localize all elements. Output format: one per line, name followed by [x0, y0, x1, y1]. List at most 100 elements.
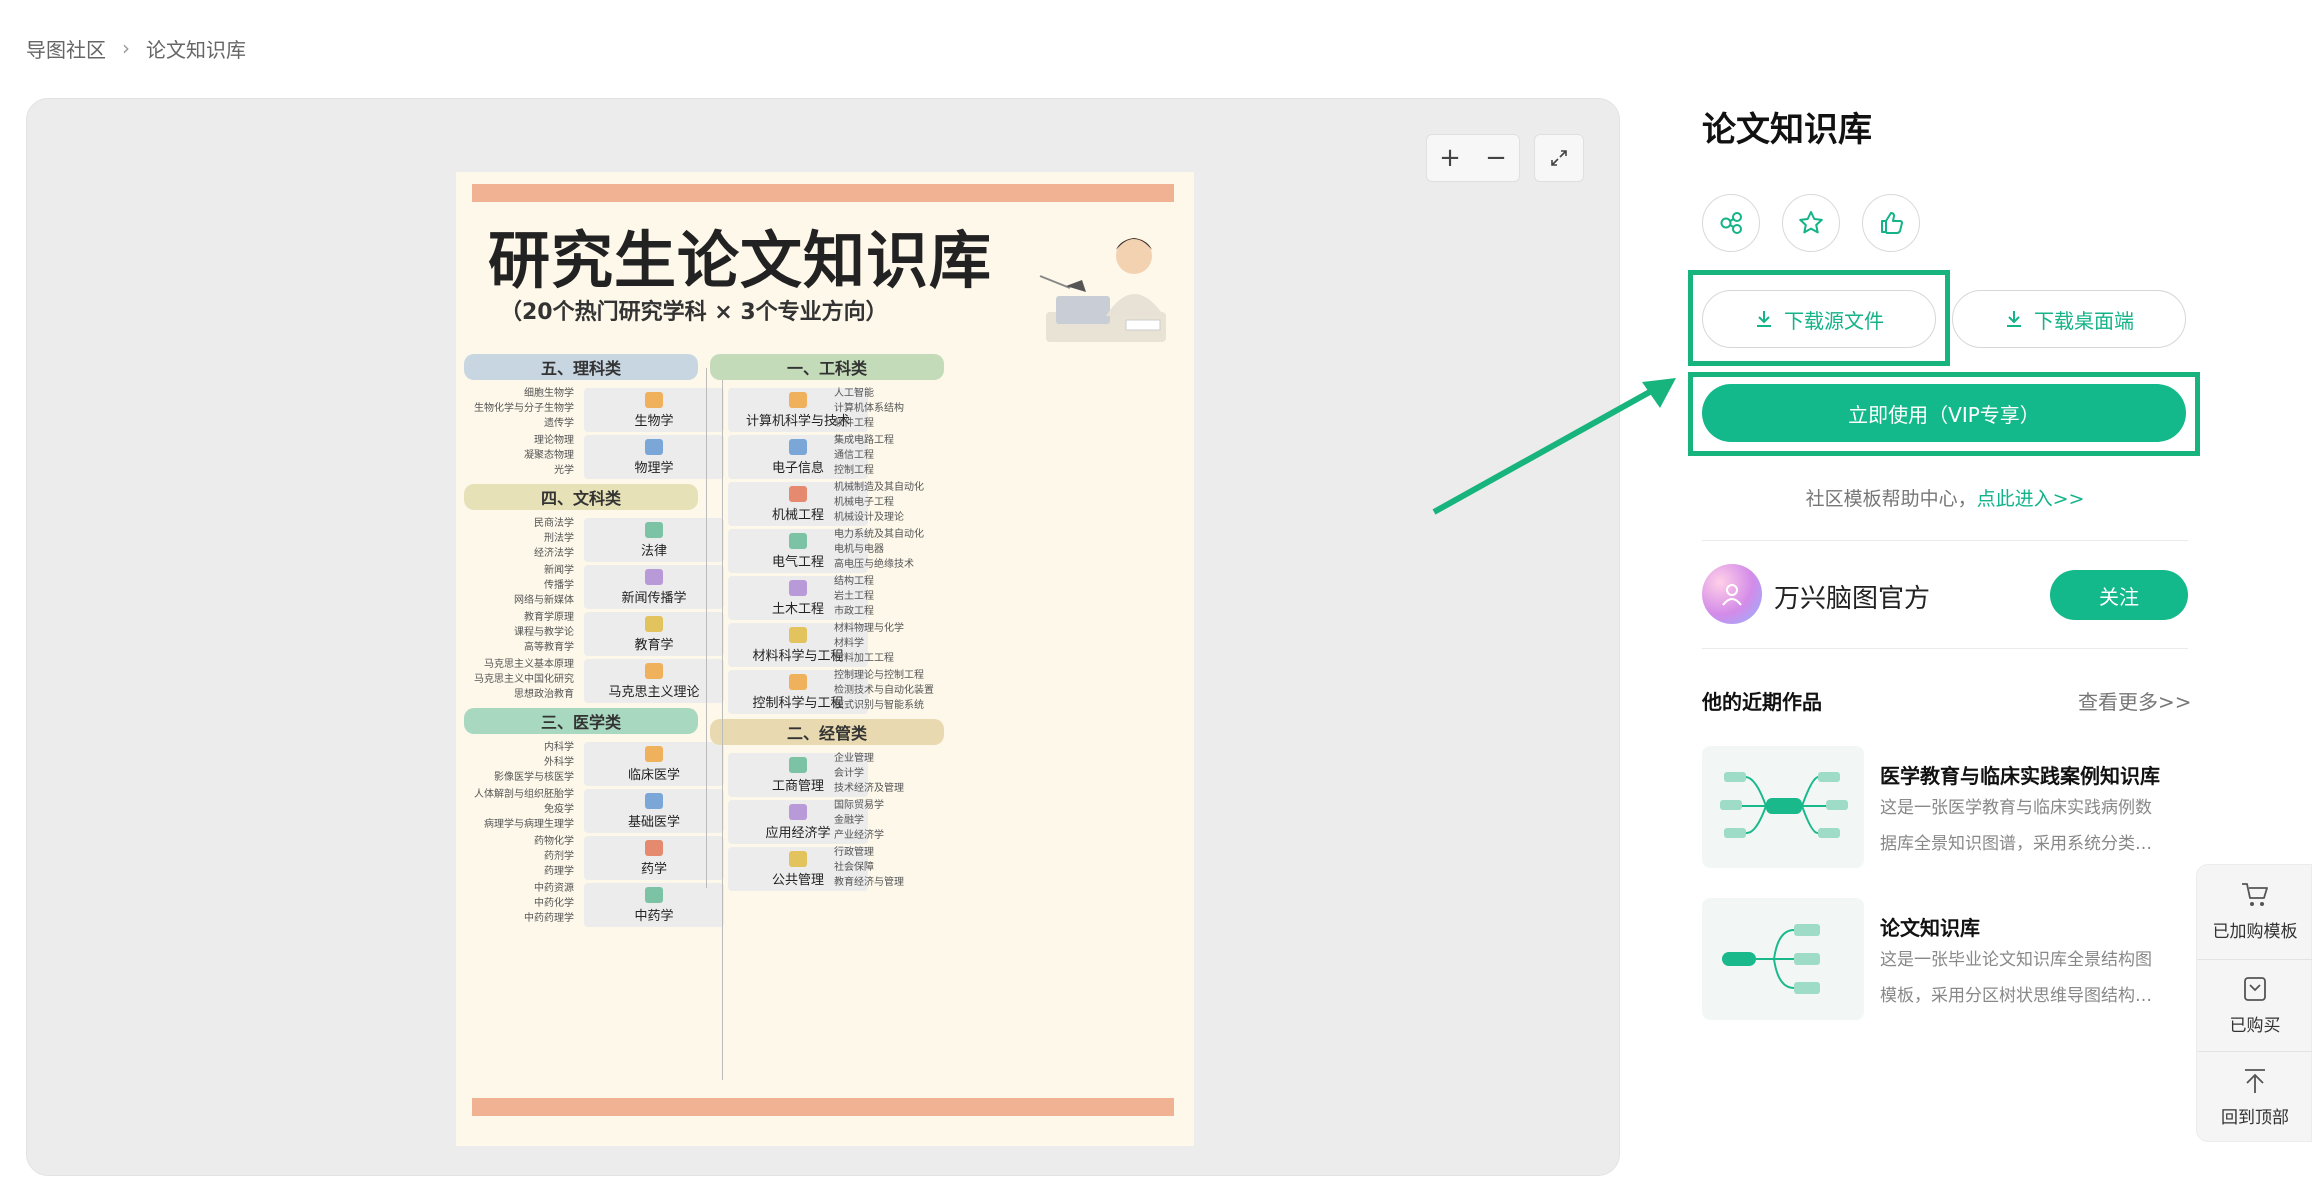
- subject-icon: [789, 579, 807, 596]
- template-title: 论文知识库: [1702, 110, 1872, 150]
- subject-label: 电子信息: [771, 460, 824, 476]
- topic-leaf: 传播学: [544, 580, 574, 591]
- subject-label: 土木工程: [771, 601, 824, 617]
- topic-leaf: 电力系统及其自动化: [834, 529, 924, 540]
- connector-line: [722, 380, 723, 1080]
- topic-leaf: 产业经济学: [834, 830, 884, 841]
- subject-label: 临床医学: [627, 767, 680, 783]
- category-bar: 三、医学类: [464, 708, 698, 734]
- purchased-button[interactable]: 已购买: [2197, 959, 2312, 1051]
- topic-leaf: 人体解剖与组织胚胎学: [474, 789, 574, 800]
- topic-leaf: 企业管理: [834, 753, 874, 764]
- topic-leaf: 市政工程: [834, 606, 874, 617]
- recent-works-title: 他的近期作品: [1702, 690, 1822, 714]
- breadcrumb-current: 论文知识库: [146, 37, 246, 62]
- topic-leaf: 国际贸易学: [834, 800, 884, 811]
- topic-leaf: 教育经济与管理: [834, 877, 904, 888]
- topic-leaf: 机械制造及其自动化: [834, 482, 924, 493]
- share-button[interactable]: [1702, 194, 1760, 252]
- category-bar: 四、文科类: [464, 484, 698, 510]
- topic-leaf: 结构工程: [834, 576, 874, 587]
- download-desktop-label: 下载桌面端: [2034, 308, 2134, 333]
- annotation-arrow: [1432, 378, 1676, 515]
- avatar[interactable]: [1702, 564, 1762, 624]
- subject-icon: [789, 673, 807, 690]
- work-description: 这是一张毕业论文知识库全景结构图 模板，采用分区树状思维导图结构…: [1880, 942, 2190, 1014]
- subject-node: 物理学: [584, 435, 724, 479]
- purchased-bag-icon: [2244, 977, 2266, 1001]
- topic-leaf: 凝聚态物理: [524, 450, 574, 461]
- help-link[interactable]: 点此进入>>: [1977, 488, 2085, 510]
- subject-label: 药学: [640, 861, 667, 877]
- subject-icon: [645, 391, 663, 408]
- follow-button[interactable]: 关注: [2050, 570, 2188, 620]
- subject-label: 生物学: [634, 413, 674, 429]
- topic-leaf: 课程与教学论: [514, 627, 574, 638]
- subject-label: 物理学: [634, 460, 674, 476]
- work-desc-line: 这是一张医学教育与临床实践病例数: [1880, 798, 2152, 818]
- zoom-controls: + −: [1426, 134, 1520, 182]
- subject-icon: [789, 391, 807, 408]
- star-icon: [1799, 211, 1823, 234]
- thumbs-up-icon: [1881, 212, 1903, 234]
- topic-leaf: 模式识别与智能系统: [834, 700, 924, 711]
- mindmap-thumbnail-icon: [1722, 924, 1820, 994]
- zoom-in-button[interactable]: +: [1427, 135, 1473, 181]
- subject-label: 基础医学: [627, 814, 680, 830]
- topic-leaf: 药剂学: [544, 851, 574, 862]
- favorite-button[interactable]: [1782, 194, 1840, 252]
- download-icon: [2007, 311, 2021, 327]
- topic-leaf: 行政管理: [834, 847, 874, 858]
- work-thumbnail[interactable]: [1702, 746, 1864, 868]
- view-more-link[interactable]: 查看更多>>: [2078, 686, 2192, 715]
- zoom-out-button[interactable]: −: [1473, 135, 1519, 181]
- category-bar: 二、经管类: [710, 719, 944, 745]
- subject-node: 法律: [584, 518, 724, 562]
- subject-label: 材料科学与工程: [752, 648, 844, 664]
- topic-leaf: 控制理论与控制工程: [834, 670, 924, 681]
- topic-leaf: 中药资源: [534, 883, 574, 894]
- topic-leaf: 光学: [554, 465, 574, 476]
- topic-leaf: 人工智能: [834, 388, 874, 399]
- breadcrumb-root[interactable]: 导图社区: [26, 34, 106, 63]
- like-button[interactable]: [1862, 194, 1920, 252]
- topic-leaf: 刑法学: [544, 533, 574, 544]
- poster-bottom-band: [472, 1098, 1174, 1116]
- cart-icon: [2242, 882, 2268, 906]
- topic-leaf: 电机与电器: [834, 544, 884, 555]
- download-desktop-button[interactable]: 下载桌面端: [1952, 290, 2186, 348]
- back-to-top-button[interactable]: 回到顶部: [2197, 1051, 2312, 1143]
- subject-label: 机械工程: [771, 507, 824, 523]
- topic-leaf: 药物化学: [534, 836, 574, 847]
- topic-leaf: 集成电路工程: [834, 435, 894, 446]
- connector-line: [706, 368, 707, 888]
- topic-leaf: 中药化学: [534, 898, 574, 909]
- topic-leaf: 控制工程: [834, 465, 874, 476]
- subject-icon: [789, 626, 807, 643]
- category-bar: 五、理科类: [464, 354, 698, 380]
- cart-templates-button[interactable]: 已加购模板: [2197, 865, 2312, 957]
- subject-label: 中药学: [634, 908, 674, 924]
- subject-label: 马克思主义理论: [608, 684, 700, 700]
- highlight-box-use-now: [1688, 372, 2200, 456]
- student-illustration: [1039, 238, 1166, 342]
- topic-leaf: 理论物理: [534, 435, 574, 446]
- work-title[interactable]: 论文知识库: [1880, 912, 1980, 941]
- category-bar: 一、工科类: [710, 354, 944, 380]
- author-name[interactable]: 万兴脑图官方: [1774, 578, 1930, 615]
- mindmap-preview-image[interactable]: 研究生论文知识库 （20个热门研究学科 × 3个专业方向） 五、理科类 生物学 细胞…: [456, 172, 1194, 1146]
- help-text: 社区模板帮助中心，: [1805, 488, 1977, 510]
- work-title[interactable]: 医学教育与临床实践案例知识库: [1880, 760, 2160, 789]
- mindmap-thumbnail-icon: [1720, 772, 1848, 838]
- subject-node: 教育学: [584, 612, 724, 656]
- topic-leaf: 细胞生物学: [524, 388, 574, 399]
- topic-leaf: 马克思主义基本原理: [484, 659, 574, 670]
- subject-icon: [645, 839, 663, 856]
- purchased-label: 已购买: [2229, 1016, 2281, 1036]
- fullscreen-button[interactable]: [1534, 134, 1584, 182]
- topic-leaf: 药理学: [544, 866, 574, 877]
- subject-icon: [645, 438, 663, 455]
- subject-icon: [789, 803, 807, 820]
- topic-leaf: 民商法学: [534, 518, 574, 529]
- work-thumbnail[interactable]: [1702, 898, 1864, 1020]
